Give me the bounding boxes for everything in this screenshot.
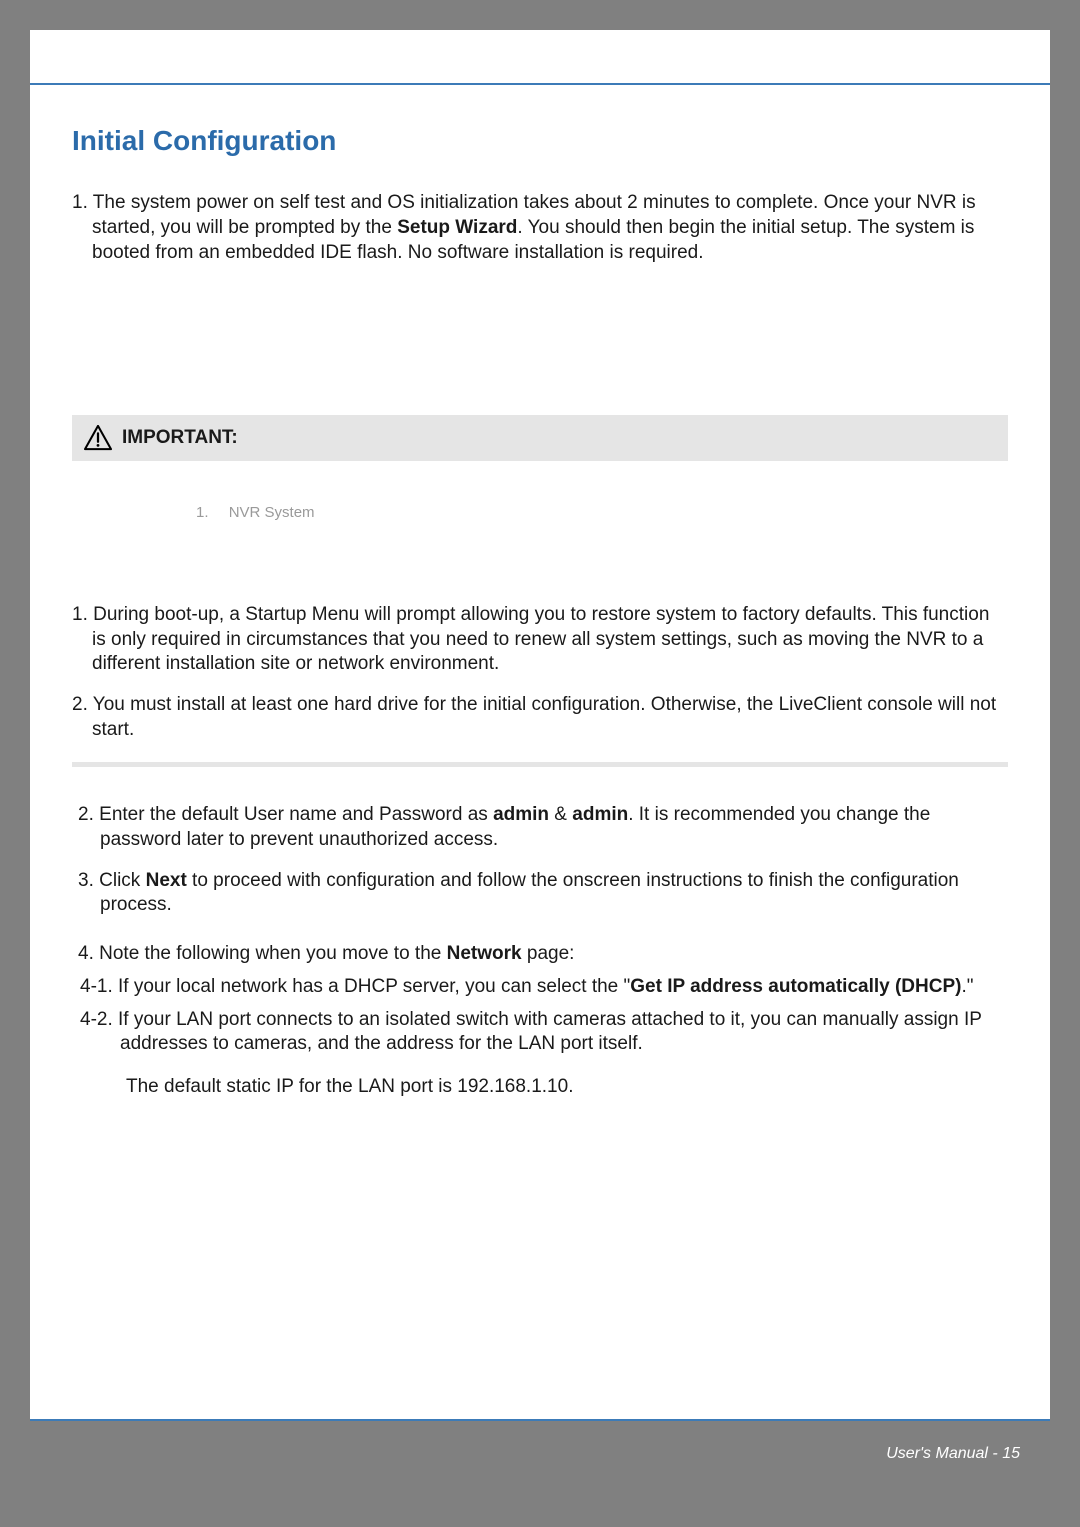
- imp2-num: 2.: [72, 694, 88, 715]
- step-4: 4. Note the following when you move to t…: [72, 942, 1008, 967]
- s41-text-a: If your local network has a DHCP server,…: [118, 976, 630, 997]
- s3-num: 3.: [78, 870, 94, 891]
- s2-text-a: Enter the default User name and Password…: [99, 804, 493, 825]
- important-item-2: 2. You must install at least one hard dr…: [72, 693, 1008, 742]
- intro-number: 1.: [72, 192, 88, 213]
- important-label: IMPORTANT:: [122, 426, 238, 451]
- s3-text-a: Click: [99, 870, 145, 891]
- imp1-num: 1.: [72, 604, 88, 625]
- intro-paragraph: 1. The system power on self test and OS …: [72, 191, 1008, 265]
- s42-text: If your LAN port connects to an isolated…: [118, 1009, 982, 1055]
- s4-bold-a: Network: [447, 943, 522, 964]
- s4-num: 4.: [78, 943, 94, 964]
- content-area: Initial Configuration 1. The system powe…: [30, 85, 1050, 1100]
- s3-bold-a: Next: [146, 870, 187, 891]
- s2-bold-a: admin: [493, 804, 549, 825]
- s41-num: 4-1.: [80, 976, 113, 997]
- step-4-2: 4-2. If your LAN port connects to an iso…: [72, 1008, 1008, 1057]
- step-4-1: 4-1. If your local network has a DHCP se…: [72, 975, 1008, 1000]
- divider: [72, 762, 1008, 767]
- s41-bold-a: Get IP address automatically (DHCP): [630, 976, 961, 997]
- nvr-label: NVR System: [229, 504, 315, 521]
- warning-icon: [84, 425, 112, 451]
- spacer: [72, 277, 1008, 397]
- important-header-bar: IMPORTANT:: [72, 415, 1008, 461]
- footer-text: User's Manual - 15: [886, 1445, 1020, 1463]
- step-3: 3. Click Next to proceed with configurat…: [72, 869, 1008, 918]
- s4-text-a: Note the following when you move to the: [99, 943, 446, 964]
- s42-num: 4-2.: [80, 1009, 113, 1030]
- s3-text-b: to proceed with configuration and follow…: [100, 870, 959, 916]
- brand-label: VIVOTEK: [952, 56, 1020, 72]
- s2-num: 2.: [78, 804, 94, 825]
- footer-band: User's Manual - 15: [30, 1419, 1050, 1497]
- imp2-text: You must install at least one hard drive…: [92, 694, 996, 740]
- imp1-text: During boot-up, a Startup Menu will prom…: [92, 604, 989, 674]
- s2-amp: &: [549, 804, 572, 825]
- s4-text-b: page:: [522, 943, 575, 964]
- intro-bold-a: Setup Wizard: [397, 217, 517, 238]
- s2-bold-b: admin: [572, 804, 628, 825]
- important-items: 1. During boot-up, a Startup Menu will p…: [72, 603, 1008, 742]
- document-page: VIVOTEK Initial Configuration 1. The sys…: [30, 30, 1050, 1497]
- header-band: VIVOTEK: [30, 30, 1050, 85]
- s41-text-b: .": [961, 976, 973, 997]
- step-2: 2. Enter the default User name and Passw…: [72, 803, 1008, 852]
- s42b-text: The default static IP for the LAN port i…: [126, 1076, 573, 1097]
- steps-block: 2. Enter the default User name and Passw…: [72, 803, 1008, 1099]
- nvr-system-line: 1. NVR System: [196, 503, 1008, 523]
- step-4-2-note: The default static IP for the LAN port i…: [72, 1075, 1008, 1100]
- important-item-1: 1. During boot-up, a Startup Menu will p…: [72, 603, 1008, 677]
- nvr-number: 1.: [196, 504, 209, 521]
- section-title: Initial Configuration: [72, 123, 1008, 159]
